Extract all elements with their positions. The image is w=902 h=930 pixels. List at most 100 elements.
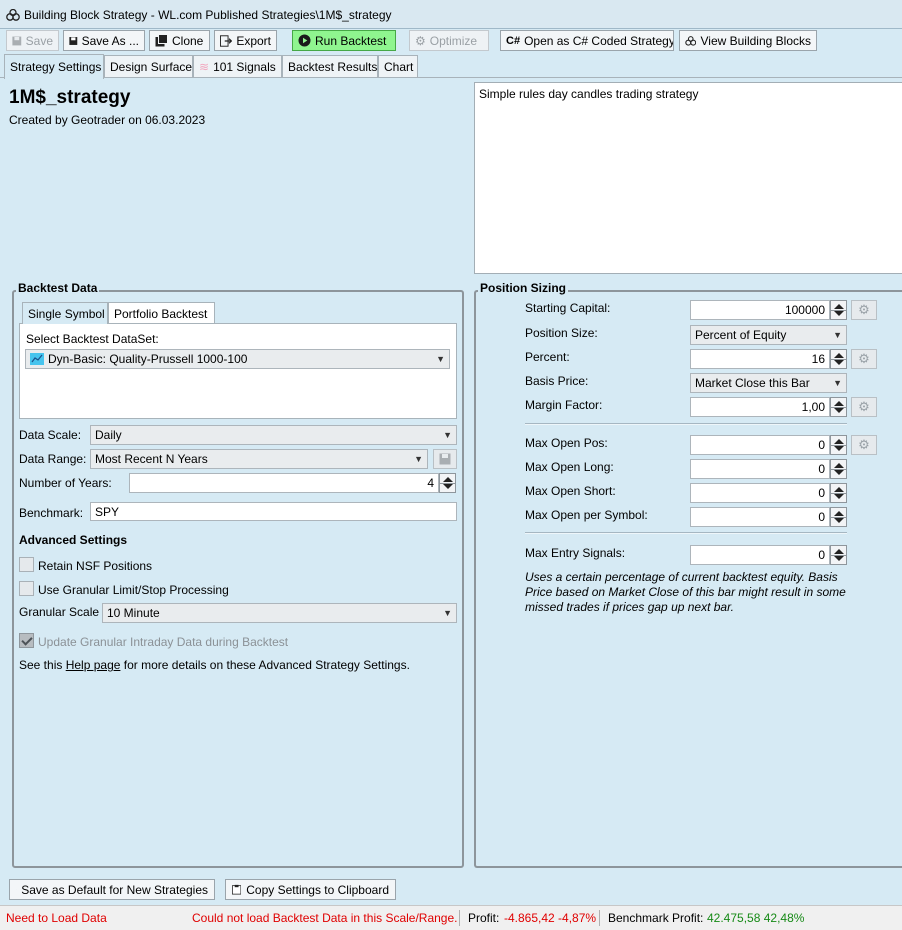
status-need-load: Need to Load Data bbox=[6, 911, 107, 925]
csharp-icon: C# bbox=[506, 34, 521, 47]
data-scale-label: Data Scale: bbox=[19, 428, 82, 442]
basis-price-select[interactable]: Market Close this Bar ▼ bbox=[690, 373, 847, 393]
open-csharp-button[interactable]: C# Open as C# Coded Strategy bbox=[500, 30, 674, 51]
subtab-label: Single Symbol bbox=[28, 306, 105, 321]
copy-settings-button[interactable]: Copy Settings to Clipboard bbox=[225, 879, 396, 900]
floppy-icon bbox=[69, 36, 78, 45]
max-open-long-stepper[interactable] bbox=[830, 459, 847, 479]
subtab-label: Portfolio Backtest bbox=[114, 306, 208, 321]
optimize-icon: ⚙ bbox=[415, 33, 426, 48]
max-entry-input[interactable]: 0 bbox=[690, 545, 830, 565]
subtab-single-symbol[interactable]: Single Symbol bbox=[22, 302, 108, 324]
save-default-button[interactable]: Save as Default for New Strategies bbox=[9, 879, 215, 900]
view-building-blocks-button[interactable]: View Building Blocks bbox=[679, 30, 817, 51]
tab-divider bbox=[0, 77, 902, 78]
play-icon bbox=[298, 34, 311, 47]
gear-icon[interactable]: ⚙ bbox=[851, 435, 877, 455]
max-open-long-input[interactable]: 0 bbox=[690, 459, 830, 479]
position-size-label: Position Size: bbox=[525, 326, 598, 340]
chevron-down-icon: ▼ bbox=[443, 430, 452, 440]
toolbar: Save Save As ... Clone Export Run Backte… bbox=[0, 29, 902, 52]
status-separator bbox=[459, 910, 460, 926]
divider bbox=[525, 423, 847, 425]
margin-factor-stepper[interactable] bbox=[830, 397, 847, 417]
strategy-name: 1M$_strategy bbox=[9, 87, 131, 108]
gear-icon[interactable]: ⚙ bbox=[851, 397, 877, 417]
data-range-select[interactable]: Most Recent N Years ▼ bbox=[90, 449, 428, 469]
gear-icon[interactable]: ⚙ bbox=[851, 300, 877, 320]
years-input[interactable]: 4 bbox=[129, 473, 439, 493]
optimize-button[interactable]: ⚙ Optimize bbox=[409, 30, 489, 51]
save-button-label: Save bbox=[25, 33, 53, 48]
dataset-select[interactable]: Dyn-Basic: Quality-Prussell 1000-100 ▼ bbox=[25, 349, 450, 369]
save-as-button[interactable]: Save As ... bbox=[63, 30, 145, 51]
starting-capital-stepper[interactable] bbox=[830, 300, 847, 320]
max-open-short-input[interactable]: 0 bbox=[690, 483, 830, 503]
benchmark-input[interactable]: SPY bbox=[90, 502, 457, 521]
tab-label: Strategy Settings bbox=[10, 60, 102, 74]
data-scale-value: Daily bbox=[95, 428, 122, 442]
granular-scale-select[interactable]: 10 Minute ▼ bbox=[102, 603, 457, 623]
save-range-button[interactable] bbox=[433, 449, 457, 469]
position-size-select[interactable]: Percent of Equity ▼ bbox=[690, 325, 847, 345]
max-open-long-label: Max Open Long: bbox=[525, 460, 614, 474]
tab-chart[interactable]: Chart bbox=[378, 55, 418, 78]
dataset-value: Dyn-Basic: Quality-Prussell 1000-100 bbox=[48, 352, 248, 366]
view-building-blocks-button-label: View Building Blocks bbox=[700, 33, 811, 48]
granular-processing-checkbox[interactable] bbox=[19, 581, 34, 596]
margin-factor-input[interactable]: 1,00 bbox=[690, 397, 830, 417]
data-range-value: Most Recent N Years bbox=[95, 452, 208, 466]
percent-stepper[interactable] bbox=[830, 349, 847, 369]
help-prefix: See this bbox=[19, 658, 63, 672]
starting-capital-input[interactable]: 100000 bbox=[690, 300, 830, 320]
position-size-value: Percent of Equity bbox=[695, 328, 787, 342]
profit-label: Profit: bbox=[468, 911, 500, 925]
tab-signals[interactable]: ≋ 101 Signals bbox=[193, 55, 282, 78]
years-stepper[interactable] bbox=[439, 473, 456, 493]
divider bbox=[525, 532, 847, 534]
tab-label: Design Surface bbox=[110, 60, 193, 74]
max-open-pos-label: Max Open Pos: bbox=[525, 436, 608, 450]
basis-price-value: Market Close this Bar bbox=[695, 376, 810, 390]
save-default-label: Save as Default for New Strategies bbox=[21, 882, 208, 897]
max-open-pos-input[interactable]: 0 bbox=[690, 435, 830, 455]
floppy-icon bbox=[12, 36, 22, 45]
copy-icon bbox=[155, 34, 168, 47]
export-icon bbox=[220, 34, 233, 47]
max-open-symbol-stepper[interactable] bbox=[830, 507, 847, 527]
max-entry-label: Max Entry Signals: bbox=[525, 546, 626, 560]
strategy-description-field[interactable]: Simple rules day candles trading strateg… bbox=[474, 82, 902, 274]
sizing-note-line-2: Price based on Market Close of this bar … bbox=[525, 585, 846, 599]
subtab-portfolio-backtest[interactable]: Portfolio Backtest bbox=[108, 302, 215, 324]
clipboard-icon bbox=[232, 884, 242, 895]
profit-value: -4.865,42 -4,87% bbox=[504, 911, 597, 925]
percent-label: Percent: bbox=[525, 350, 570, 364]
strategy-created: Created by Geotrader on 06.03.2023 bbox=[9, 113, 206, 127]
save-button[interactable]: Save bbox=[6, 30, 59, 51]
tab-strategy-settings[interactable]: Strategy Settings bbox=[4, 54, 104, 79]
export-button-label: Export bbox=[236, 33, 271, 48]
gear-icon[interactable]: ⚙ bbox=[851, 349, 877, 369]
max-open-short-stepper[interactable] bbox=[830, 483, 847, 503]
update-granular-checkbox[interactable] bbox=[19, 633, 34, 648]
retain-nsf-checkbox[interactable] bbox=[19, 557, 34, 572]
granular-scale-label: Granular Scale bbox=[19, 605, 100, 619]
run-backtest-button[interactable]: Run Backtest bbox=[292, 30, 396, 51]
clone-button[interactable]: Clone bbox=[149, 30, 210, 51]
window-title: Building Block Strategy - WL.com Publish… bbox=[24, 8, 392, 22]
data-scale-select[interactable]: Daily ▼ bbox=[90, 425, 457, 445]
optimize-button-label: Optimize bbox=[429, 33, 478, 48]
open-csharp-button-label: Open as C# Coded Strategy bbox=[524, 33, 674, 48]
max-entry-stepper[interactable] bbox=[830, 545, 847, 565]
help-suffix: for more details on these Advanced Strat… bbox=[123, 658, 410, 672]
tab-backtest-results[interactable]: Backtest Results bbox=[282, 55, 378, 78]
tab-design-surface[interactable]: Design Surface bbox=[104, 55, 193, 78]
help-page-link[interactable]: Help page bbox=[66, 658, 121, 672]
export-button[interactable]: Export bbox=[214, 30, 277, 51]
position-sizing-title: Position Sizing bbox=[478, 281, 568, 295]
max-open-pos-stepper[interactable] bbox=[830, 435, 847, 455]
max-open-symbol-input[interactable]: 0 bbox=[690, 507, 830, 527]
status-bar: Need to Load Data Could not load Backtes… bbox=[0, 905, 902, 930]
percent-input[interactable]: 16 bbox=[690, 349, 830, 369]
basis-price-label: Basis Price: bbox=[525, 374, 589, 388]
